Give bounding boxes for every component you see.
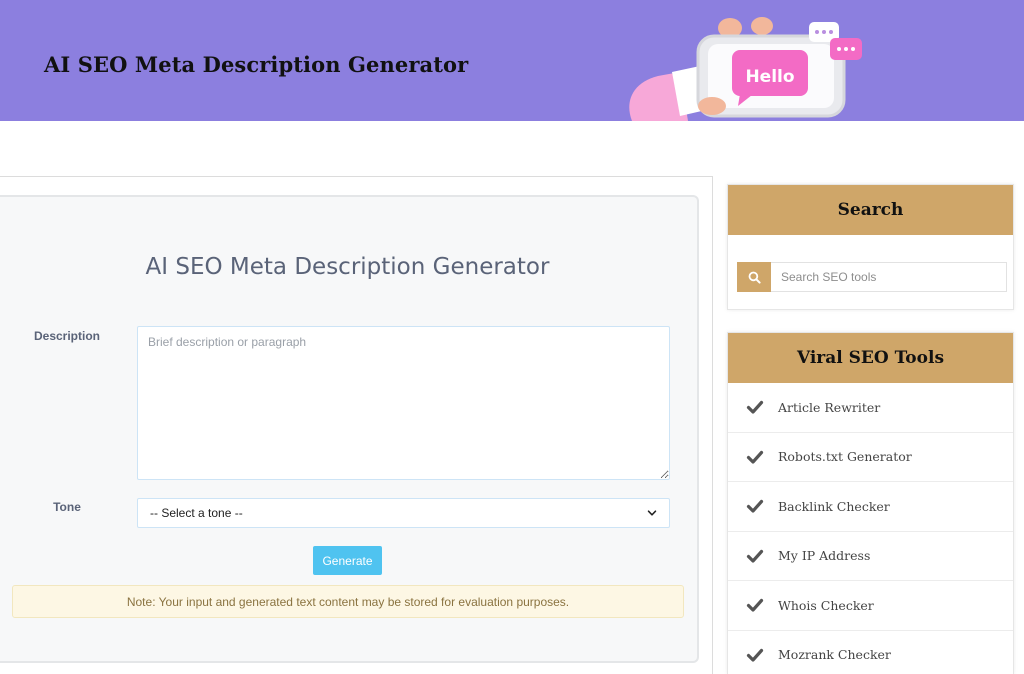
phone-hello-illustration: Hello	[629, 17, 862, 121]
search-form	[737, 262, 1007, 292]
tool-link-mozrank-checker[interactable]: Mozrank Checker	[728, 631, 1013, 674]
site-title: AI SEO Meta Description Generator	[44, 52, 469, 77]
tool-link-backlink-checker[interactable]: Backlink Checker	[728, 482, 1013, 532]
tool-label: Robots.txt Generator	[778, 449, 912, 465]
storage-note: Note: Your input and generated text cont…	[12, 585, 684, 618]
search-widget: Search	[727, 184, 1014, 310]
tool-link-robots-txt-generator[interactable]: Robots.txt Generator	[728, 433, 1013, 482]
tool-label: Whois Checker	[778, 597, 874, 613]
tool-link-article-rewriter[interactable]: Article Rewriter	[728, 383, 1013, 433]
check-icon	[746, 500, 764, 513]
hello-text: Hello	[745, 67, 794, 87]
search-input[interactable]	[771, 262, 1007, 292]
tool-list: Article Rewriter Robots.txt Generator Ba…	[728, 383, 1013, 674]
tone-label: Tone	[53, 500, 81, 514]
description-label: Description	[33, 329, 100, 343]
generate-button[interactable]: Generate	[313, 546, 382, 575]
tools-widget-heading: Viral SEO Tools	[728, 333, 1013, 383]
tool-title: AI SEO Meta Description Generator	[145, 254, 550, 280]
tool-link-whois-checker[interactable]: Whois Checker	[728, 581, 1013, 631]
check-icon	[746, 599, 764, 612]
check-icon	[746, 401, 764, 414]
tool-label: Mozrank Checker	[778, 647, 891, 663]
viral-seo-tools-widget: Viral SEO Tools Article Rewriter Robots.…	[727, 332, 1014, 674]
chevron-down-icon	[647, 510, 657, 516]
tool-label: Article Rewriter	[778, 399, 881, 415]
tone-select[interactable]: -- Select a tone --	[137, 498, 670, 528]
tone-selected-value: -- Select a tone --	[150, 506, 243, 520]
search-icon	[748, 271, 761, 284]
check-icon	[746, 648, 764, 662]
search-button[interactable]	[737, 262, 771, 292]
tool-label: Backlink Checker	[778, 498, 890, 514]
check-icon	[746, 450, 764, 464]
search-widget-heading: Search	[728, 185, 1013, 235]
tool-link-my-ip-address[interactable]: My IP Address	[728, 532, 1013, 581]
check-icon	[746, 549, 764, 563]
tool-label: My IP Address	[778, 548, 871, 564]
header-banner: AI SEO Meta Description Generator Hello	[0, 0, 1024, 121]
generator-card: AI SEO Meta Description Generator Descri…	[0, 195, 699, 663]
description-textarea[interactable]	[137, 326, 670, 480]
